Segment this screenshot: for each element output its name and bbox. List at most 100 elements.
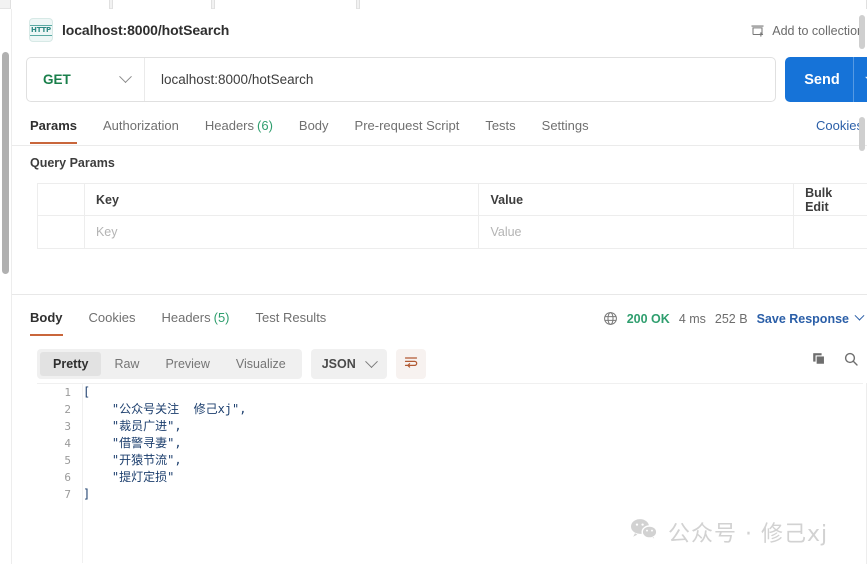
add-to-collection-label: Add to collection xyxy=(772,23,864,38)
window-tab[interactable] xyxy=(10,0,110,9)
line-number: 5 xyxy=(64,454,71,467)
tab-count: (5) xyxy=(213,310,230,325)
line-number-gutter: 1 2 3 4 5 6 7 xyxy=(37,384,83,563)
tab-label: Headers xyxy=(204,118,255,133)
tab-pre-request-script[interactable]: Pre-request Script xyxy=(342,113,473,144)
url-bar: GET xyxy=(26,57,776,102)
request-header: HTTP localhost:8000/hotSearch Add to col… xyxy=(12,9,867,53)
code-line: "公众号关注 修己xj", xyxy=(83,402,247,416)
tab-label: Headers xyxy=(161,310,211,325)
tab-authorization[interactable]: Authorization xyxy=(90,113,192,144)
tab-label: Body xyxy=(30,310,63,325)
search-icon[interactable] xyxy=(843,351,859,367)
status-code: 200 OK xyxy=(626,311,670,326)
tab-label: Test Results xyxy=(255,310,327,325)
code-line: [ xyxy=(83,385,91,399)
column-header-key: Key xyxy=(85,184,480,215)
watermark-text: 公众号 · 修己xj xyxy=(668,522,829,547)
response-tab-bar: Body Cookies Headers (5) Test Results xyxy=(26,305,339,336)
tab-label: Pre-request Script xyxy=(354,118,460,133)
tab-label: Cookies xyxy=(88,310,136,325)
view-mode-raw[interactable]: Raw xyxy=(101,352,152,376)
http-protocol-icon: HTTP xyxy=(29,18,53,42)
scrollbar-thumb[interactable] xyxy=(2,52,9,274)
response-status-bar: 200 OK 4 ms 252 B Save Response xyxy=(603,310,865,326)
response-scrollbar-thumb[interactable] xyxy=(859,15,865,49)
line-number: 2 xyxy=(64,403,71,416)
window-tab[interactable] xyxy=(214,0,357,9)
response-size: 252 B xyxy=(714,311,748,326)
wrap-lines-icon xyxy=(403,354,419,375)
request-title: localhost:8000/hotSearch xyxy=(62,22,230,38)
send-button[interactable]: Send xyxy=(785,57,867,102)
param-value-input[interactable]: Value xyxy=(479,216,795,248)
tab-count: (6) xyxy=(257,118,273,133)
collection-add-icon xyxy=(750,23,765,38)
window-tab-active[interactable] xyxy=(359,0,867,9)
tab-tests[interactable]: Tests xyxy=(472,113,528,144)
send-button-label: Send xyxy=(804,71,840,88)
url-input[interactable] xyxy=(145,58,775,101)
query-params-table: Key Value Bulk Edit Key Value xyxy=(37,183,867,249)
window-tab-strip xyxy=(0,0,867,9)
bulk-edit-button[interactable]: Bulk Edit xyxy=(794,184,867,215)
http-method-selector[interactable]: GET xyxy=(27,58,145,101)
http-method-label: GET xyxy=(43,72,71,87)
view-mode-pretty[interactable]: Pretty xyxy=(40,352,102,376)
tab-settings[interactable]: Settings xyxy=(529,113,602,144)
view-mode-visualize[interactable]: Visualize xyxy=(223,352,299,376)
code-line: ] xyxy=(83,487,91,501)
chevron-down-icon[interactable] xyxy=(854,310,865,321)
line-number: 7 xyxy=(64,488,71,501)
response-language-selector[interactable]: JSON xyxy=(310,349,387,379)
request-response-pane: HTTP localhost:8000/hotSearch Add to col… xyxy=(12,9,867,564)
tab-label: Tests xyxy=(485,118,516,133)
copy-icon[interactable] xyxy=(811,351,827,367)
response-scrollbar-thumb-secondary[interactable] xyxy=(859,117,865,151)
tab-headers[interactable]: Headers (6) xyxy=(192,113,286,144)
response-tab-headers[interactable]: Headers (5) xyxy=(148,305,242,336)
cookies-link[interactable]: Cookies xyxy=(816,118,863,133)
select-all-cell[interactable] xyxy=(38,184,85,215)
window-tab[interactable] xyxy=(112,0,212,9)
tab-body[interactable]: Body xyxy=(286,113,342,144)
response-tab-cookies[interactable]: Cookies xyxy=(76,305,149,336)
wrap-lines-button[interactable] xyxy=(395,349,426,379)
postman-window: HTTP localhost:8000/hotSearch Add to col… xyxy=(0,0,867,564)
send-button-divider xyxy=(853,57,854,102)
code-line: "借警寻妻", xyxy=(83,436,182,450)
line-number: 3 xyxy=(64,420,71,433)
response-tab-body[interactable]: Body xyxy=(26,305,76,336)
row-checkbox-cell[interactable] xyxy=(38,216,85,248)
chevron-down-icon xyxy=(364,354,378,368)
table-row: Key Value xyxy=(38,216,867,248)
line-number: 4 xyxy=(64,437,71,450)
line-number: 6 xyxy=(64,471,71,484)
language-label: JSON xyxy=(321,357,356,371)
tab-params[interactable]: Params xyxy=(26,113,90,144)
query-params-title: Query Params xyxy=(30,156,115,170)
app-vertical-scrollbar[interactable] xyxy=(0,9,12,564)
tab-label: Settings xyxy=(541,118,589,133)
wechat-icon xyxy=(630,517,658,547)
response-format-toolbar: Pretty Raw Preview Visualize JSON xyxy=(37,349,426,379)
tab-label: Body xyxy=(298,118,329,133)
tab-label: Params xyxy=(30,118,77,133)
response-tab-test-results[interactable]: Test Results xyxy=(243,305,340,336)
response-time: 4 ms xyxy=(678,311,706,326)
table-header-row: Key Value Bulk Edit xyxy=(38,184,867,216)
code-line: "提灯定损" xyxy=(83,470,175,484)
response-view-mode-group: Pretty Raw Preview Visualize xyxy=(37,349,302,379)
add-to-collection-button[interactable]: Add to collection xyxy=(750,23,864,38)
response-action-icons xyxy=(811,351,859,367)
response-divider xyxy=(12,294,867,295)
tab-label: Authorization xyxy=(102,118,179,133)
globe-icon xyxy=(603,311,618,326)
save-response-button[interactable]: Save Response xyxy=(757,312,849,326)
http-icon-label: HTTP xyxy=(30,24,52,36)
view-mode-preview[interactable]: Preview xyxy=(152,352,222,376)
code-line: "裁员广进", xyxy=(83,419,182,433)
row-spacer-cell xyxy=(794,216,867,248)
line-number: 1 xyxy=(64,386,71,399)
param-key-input[interactable]: Key xyxy=(85,216,480,248)
